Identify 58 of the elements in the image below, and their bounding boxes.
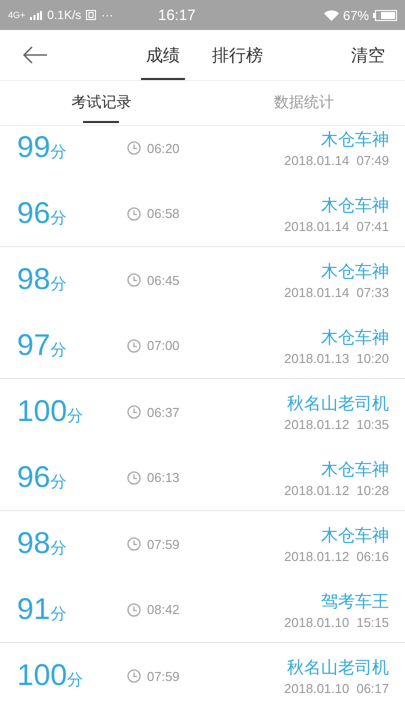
user-name: 秋名山老司机 xyxy=(287,657,389,679)
user-name: 木仓车神 xyxy=(321,194,389,216)
more-notifications: ··· xyxy=(101,8,114,22)
wifi-icon xyxy=(324,10,339,20)
exam-date: 2018.01.12 10:35 xyxy=(284,417,389,432)
tab[interactable]: 成绩 xyxy=(141,32,185,80)
clock-icon xyxy=(127,273,141,287)
exam-duration: 06:45 xyxy=(147,272,180,288)
score: 96分 xyxy=(17,460,68,494)
exam-date: 2018.01.13 10:20 xyxy=(284,350,389,366)
exam-date: 2018.01.10 06:17 xyxy=(284,681,389,696)
exam-duration: 07:00 xyxy=(147,338,180,353)
user-name: 木仓车神 xyxy=(321,129,389,151)
user-name: 驾考车王 xyxy=(321,590,389,612)
notification-icon xyxy=(86,10,96,20)
score: 100分 xyxy=(17,659,84,693)
exam-duration: 06:58 xyxy=(147,206,180,221)
clock: 16:17 xyxy=(157,6,197,24)
network-type: 4G+ xyxy=(8,10,26,20)
exam-duration: 08:42 xyxy=(147,602,180,617)
score: 96分 xyxy=(17,196,68,230)
clock-icon xyxy=(127,537,141,551)
clock-icon xyxy=(127,602,141,616)
clock-icon xyxy=(127,405,141,419)
clock-icon xyxy=(127,470,141,484)
battery-percent: 67% xyxy=(342,8,369,22)
clock-icon xyxy=(127,669,141,683)
user-name: 木仓车神 xyxy=(321,458,389,480)
exam-date: 2018.01.10 15:15 xyxy=(284,614,389,630)
clock-icon xyxy=(127,206,141,220)
score: 100分 xyxy=(17,395,84,429)
score: 97分 xyxy=(17,328,68,362)
exam-duration: 06:20 xyxy=(147,140,180,156)
exam-date: 2018.01.12 10:28 xyxy=(284,482,389,498)
score: 91分 xyxy=(17,592,68,626)
clock-icon xyxy=(127,338,141,352)
user-name: 木仓车神 xyxy=(321,326,389,348)
exam-date: 2018.01.14 07:33 xyxy=(284,285,389,300)
tab[interactable]: 排行榜 xyxy=(207,32,268,80)
user-name: 木仓车神 xyxy=(321,261,389,283)
exam-duration: 06:37 xyxy=(147,404,180,420)
score: 99分 xyxy=(17,131,68,165)
user-name: 秋名山老司机 xyxy=(287,393,389,415)
exam-duration: 07:59 xyxy=(147,668,180,684)
signal-icon xyxy=(30,10,42,20)
exam-date: 2018.01.12 06:16 xyxy=(284,549,389,564)
exam-date: 2018.01.14 07:41 xyxy=(284,218,389,234)
clear-button[interactable]: 清空 xyxy=(351,30,385,80)
exam-duration: 07:59 xyxy=(147,536,180,552)
exam-date: 2018.01.14 07:49 xyxy=(284,153,389,168)
score: 98分 xyxy=(17,527,68,561)
network-speed: 0.1K/s xyxy=(47,8,82,22)
back-icon[interactable] xyxy=(22,46,48,64)
user-name: 木仓车神 xyxy=(321,525,389,547)
battery-icon xyxy=(373,10,397,20)
clock-icon xyxy=(127,141,141,155)
exam-duration: 06:13 xyxy=(147,470,180,485)
score: 98分 xyxy=(17,263,68,297)
